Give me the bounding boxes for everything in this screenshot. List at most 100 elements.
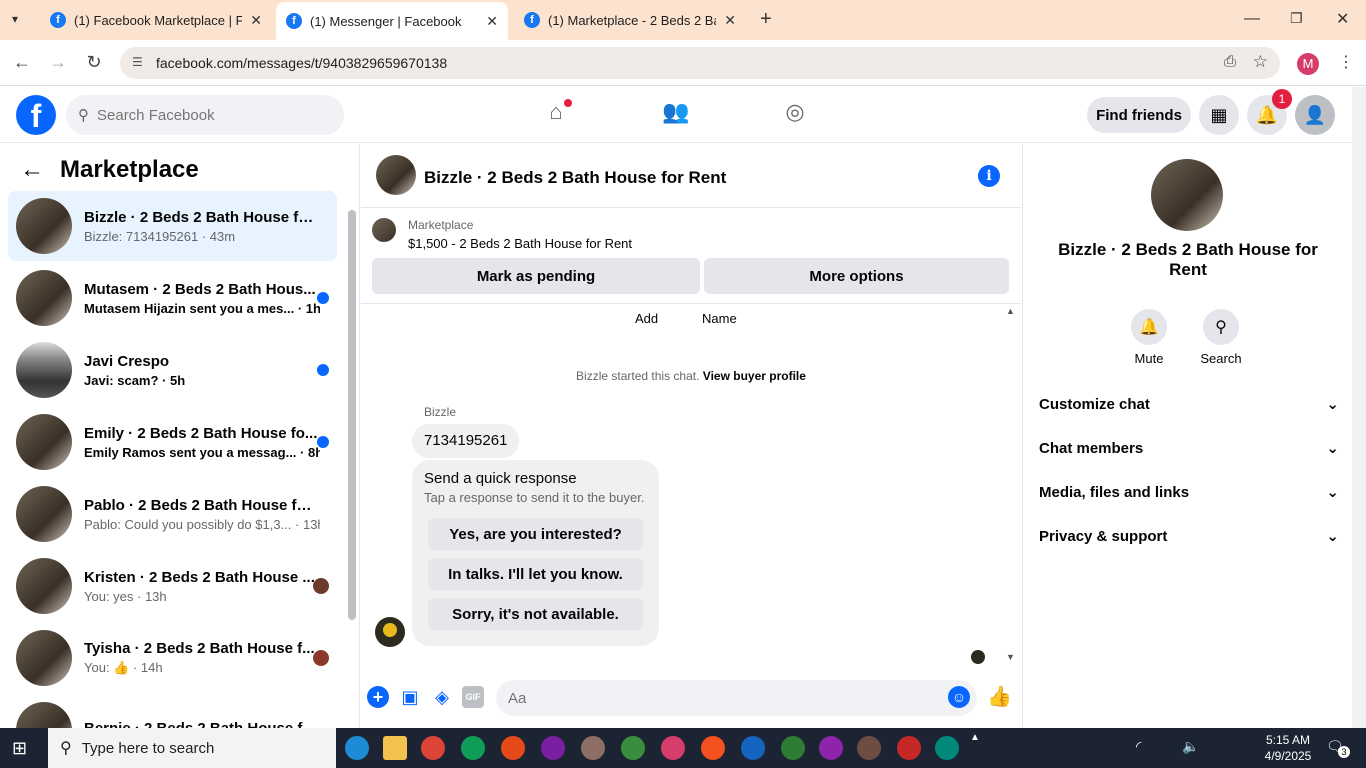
- maximize-icon[interactable]: ❐: [1290, 10, 1303, 27]
- notification-badge: 1: [1272, 89, 1292, 109]
- list-item[interactable]: Tyisha · 2 Beds 2 Bath House f... You: 👍 …: [8, 623, 337, 693]
- facebook-search[interactable]: ⚲: [66, 95, 344, 135]
- volume-icon[interactable]: 🔈: [1182, 738, 1199, 755]
- install-icon[interactable]: ⎙: [1224, 53, 1236, 70]
- tab-marketplace-listing[interactable]: f (1) Marketplace - 2 Beds 2 Bath ✕: [514, 0, 746, 40]
- gif-icon[interactable]: GIF: [462, 686, 484, 708]
- quick-response-button[interactable]: Sorry, it's not available.: [428, 598, 643, 630]
- tab-messenger[interactable]: f (1) Messenger | Facebook ✕: [276, 2, 508, 40]
- chrome-profile-icon[interactable]: [897, 736, 921, 760]
- bell-icon: 🔔: [1131, 309, 1167, 345]
- account-avatar[interactable]: 👤: [1295, 95, 1335, 135]
- list-item[interactable]: Javi Crespo Javi: scam? · 5h: [8, 335, 337, 405]
- chrome-profile-icon[interactable]: [541, 736, 565, 760]
- list-item[interactable]: Bizzle · 2 Beds 2 Bath House for ... Bizz…: [8, 191, 337, 261]
- chrome-profile-active-icon[interactable]: [661, 736, 685, 760]
- page-scrollbar[interactable]: [1352, 87, 1366, 728]
- chrome-icon[interactable]: [421, 736, 445, 760]
- chrome-profile-icon[interactable]: [701, 736, 725, 760]
- chevron-down-icon: ⌄: [1326, 528, 1339, 545]
- avatar: [16, 558, 72, 614]
- quick-response-button[interactable]: Yes, are you interested?: [428, 518, 643, 550]
- find-friends-button[interactable]: Find friends: [1087, 97, 1191, 133]
- scrollbar[interactable]: [348, 210, 356, 620]
- view-buyer-profile-link[interactable]: View buyer profile: [703, 369, 806, 383]
- groups-icon[interactable]: ◎: [779, 99, 811, 131]
- system-clock[interactable]: 5:15 AM 4/9/2025: [1256, 732, 1320, 764]
- privacy-support-section[interactable]: Privacy & support ⌄: [1039, 516, 1339, 556]
- sticker-icon[interactable]: ◈: [431, 686, 453, 708]
- new-tab-icon[interactable]: +: [760, 8, 772, 31]
- back-icon[interactable]: ←: [10, 52, 34, 73]
- list-item[interactable]: Mutasem · 2 Beds 2 Bath Hous... Mutasem H…: [8, 263, 337, 333]
- seen-avatar: [313, 578, 329, 594]
- sender-avatar[interactable]: [375, 617, 405, 647]
- chrome-profile-icon[interactable]: [621, 736, 645, 760]
- edge-icon[interactable]: [345, 736, 369, 760]
- search-button[interactable]: ⚲ Search: [1196, 309, 1246, 366]
- back-arrow-icon[interactable]: ←: [20, 156, 44, 184]
- close-icon[interactable]: ✕: [724, 12, 736, 29]
- list-item[interactable]: Bernie · 2 Beds 2 Bath House f...: [8, 695, 337, 728]
- list-item[interactable]: Pablo · 2 Beds 2 Bath House for ... Pablo…: [8, 479, 337, 549]
- message-input[interactable]: [496, 680, 977, 716]
- window-close-icon[interactable]: ✕: [1336, 9, 1349, 29]
- notification-center-icon[interactable]: 🗨 3: [1326, 738, 1350, 758]
- close-icon[interactable]: ✕: [486, 13, 498, 30]
- more-options-button[interactable]: More options: [704, 258, 1009, 294]
- home-icon[interactable]: ⌂: [540, 99, 572, 131]
- plus-icon[interactable]: +: [367, 686, 389, 708]
- tray-chevron-icon[interactable]: ▲: [970, 732, 980, 743]
- name-label[interactable]: Name: [702, 311, 737, 326]
- chat-members-section[interactable]: Chat members ⌄: [1039, 428, 1339, 468]
- info-icon[interactable]: i: [978, 165, 1000, 187]
- menu-grid-icon[interactable]: ▦: [1199, 95, 1239, 135]
- profile-avatar[interactable]: M: [1297, 53, 1319, 75]
- minimize-icon[interactable]: —: [1244, 10, 1260, 28]
- message-composer: + ▣ ◈ GIF ☺ 👍: [361, 674, 1021, 724]
- reload-icon[interactable]: ↻: [82, 52, 106, 73]
- avatar[interactable]: [1151, 159, 1223, 231]
- sender-name: Bizzle: [424, 405, 457, 419]
- chrome-profile-icon[interactable]: [857, 736, 881, 760]
- chrome-profile-icon[interactable]: [461, 736, 485, 760]
- bookmark-star-icon[interactable]: ☆: [1253, 52, 1268, 72]
- scroll-up-icon[interactable]: ▲: [1006, 306, 1015, 316]
- like-icon[interactable]: 👍: [987, 686, 1012, 708]
- customize-chat-section[interactable]: Customize chat ⌄: [1039, 384, 1339, 424]
- list-item[interactable]: Kristen · 2 Beds 2 Bath House ... You: ye…: [8, 551, 337, 621]
- taskbar-search[interactable]: ⚲ Type here to search: [48, 728, 336, 768]
- message-bubble[interactable]: 7134195261: [412, 424, 520, 458]
- list-item[interactable]: Emily · 2 Beds 2 Bath House fo... Emily R…: [8, 407, 337, 477]
- quick-response-button[interactable]: In talks. I'll let you know.: [428, 558, 643, 590]
- friends-icon[interactable]: 👥: [660, 99, 692, 131]
- chrome-profile-icon[interactable]: [501, 736, 525, 760]
- mark-pending-button[interactable]: Mark as pending: [372, 258, 700, 294]
- facebook-logo-icon[interactable]: f: [16, 95, 56, 135]
- photo-icon[interactable]: ▣: [399, 686, 421, 708]
- close-icon[interactable]: ✕: [250, 12, 262, 29]
- url-field[interactable]: ☰ facebook.com/messages/t/94038296596701…: [120, 47, 1280, 79]
- browser-menu-icon[interactable]: ⋮: [1338, 52, 1354, 72]
- listing-thumbnail[interactable]: [372, 218, 396, 242]
- mute-button[interactable]: 🔔 Mute: [1124, 309, 1174, 366]
- tab-marketplace[interactable]: f (1) Facebook Marketplace | Face ✕: [40, 0, 272, 40]
- add-label[interactable]: Add: [635, 311, 658, 326]
- emoji-icon[interactable]: ☺: [948, 686, 970, 708]
- wifi-icon[interactable]: ◜: [1136, 738, 1141, 755]
- windows-start-icon[interactable]: ⊞: [12, 738, 32, 758]
- chrome-profile-icon[interactable]: [819, 736, 843, 760]
- media-files-section[interactable]: Media, files and links ⌄: [1039, 472, 1339, 512]
- chrome-profile-icon[interactable]: [935, 736, 959, 760]
- chrome-profile-icon[interactable]: [741, 736, 765, 760]
- chat-title[interactable]: Bizzle · 2 Beds 2 Bath House for Rent: [424, 168, 726, 188]
- scroll-down-icon[interactable]: ▼: [1006, 652, 1015, 662]
- search-input[interactable]: [97, 106, 317, 124]
- file-explorer-icon[interactable]: [383, 736, 407, 760]
- chrome-profile-icon[interactable]: [581, 736, 605, 760]
- site-info-icon[interactable]: ☰: [132, 55, 143, 69]
- tab-search-icon[interactable]: ▾: [12, 12, 18, 26]
- chrome-profile-icon[interactable]: [781, 736, 805, 760]
- forward-icon[interactable]: →: [46, 52, 70, 73]
- avatar[interactable]: [376, 155, 416, 195]
